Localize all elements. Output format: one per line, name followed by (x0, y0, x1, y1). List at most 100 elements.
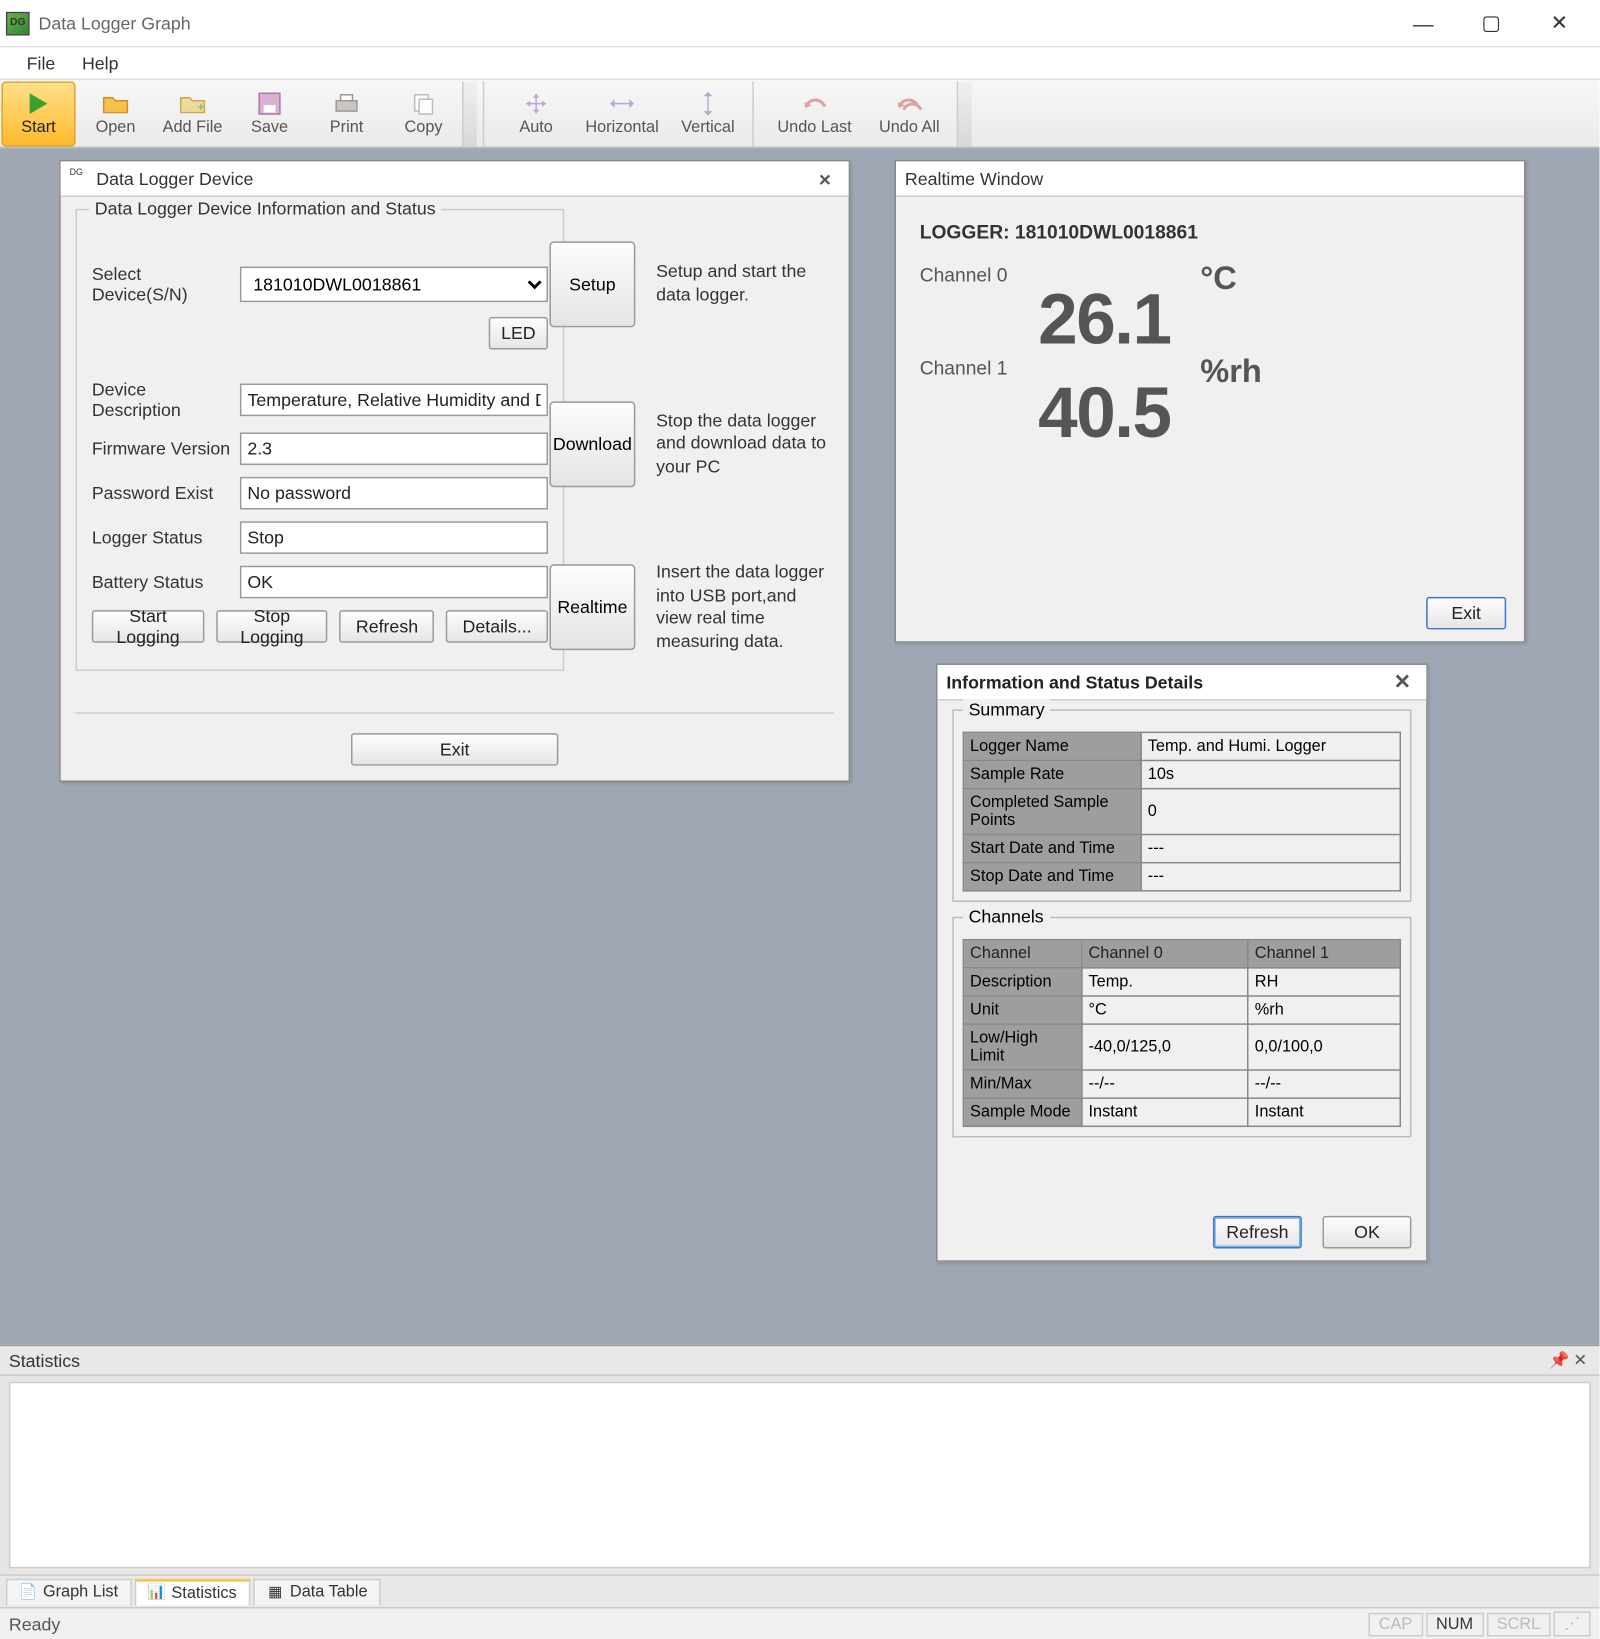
channels-table: ChannelChannel 0Channel 1 DescriptionTem… (963, 939, 1401, 1127)
tab-graphlist[interactable]: 📄 Graph List (6, 1578, 132, 1605)
tool-vertical[interactable]: Vertical (671, 81, 745, 146)
channels-label: Channels (963, 906, 1050, 927)
print-icon (332, 90, 362, 117)
toolbar-grip (462, 81, 477, 146)
copy-icon (409, 90, 439, 117)
channel0-unit: °C (1200, 259, 1237, 298)
status-cap: CAP (1368, 1612, 1422, 1636)
statistics-content (9, 1382, 1591, 1569)
firmware-label: Firmware Version (92, 438, 231, 459)
play-icon (24, 90, 54, 117)
bottom-tabs: 📄 Graph List 📊 Statistics ▦ Data Table (0, 1574, 1599, 1607)
panel-title: Data Logger Device (96, 168, 253, 189)
folder-open-icon (101, 90, 131, 117)
tool-copy[interactable]: Copy (387, 81, 461, 146)
folder-plus-icon: + (178, 90, 208, 117)
realtime-logger-label: LOGGER: 181010DWL0018861 (920, 221, 1198, 243)
realtime-title: Realtime Window (905, 168, 1043, 189)
channel1-value: 40.5 (1038, 379, 1170, 450)
panel-icon: DG (70, 168, 91, 189)
summary-table: Logger NameTemp. and Humi. Logger Sample… (963, 732, 1401, 892)
info-ok-button[interactable]: OK (1323, 1216, 1412, 1249)
realtime-window: Realtime Window LOGGER: 181010DWL0018861… (895, 160, 1526, 643)
stats-icon: 📊 (148, 1584, 166, 1602)
device-desc-input[interactable] (240, 384, 548, 417)
svg-text:+: + (197, 99, 205, 114)
password-label: Password Exist (92, 483, 231, 504)
stop-logging-button[interactable]: Stop Logging (216, 610, 328, 643)
battery-status-input[interactable] (240, 566, 548, 599)
statistics-close-button[interactable]: ✕ (1570, 1351, 1591, 1370)
status-scrl: SCRL (1486, 1612, 1550, 1636)
logger-status-label: Logger Status (92, 527, 231, 548)
firmware-input[interactable] (240, 432, 548, 465)
exit-button[interactable]: Exit (351, 733, 558, 766)
panel-close-button[interactable]: × (810, 167, 840, 191)
summary-label: Summary (963, 699, 1051, 720)
data-logger-device-panel: DG Data Logger Device × Data Logger Devi… (59, 160, 850, 782)
status-num: NUM (1426, 1612, 1484, 1636)
table-icon: ▦ (266, 1583, 284, 1601)
undo-icon (800, 90, 830, 117)
setup-desc: Setup and start the data logger. (656, 261, 831, 307)
realtime-button[interactable]: Realtime (549, 565, 635, 651)
toolbar: Start Open + Add File Save Print Copy Au… (0, 80, 1599, 148)
close-button[interactable]: ✕ (1525, 0, 1593, 47)
realtime-desc: Insert the data logger into USB port,and… (656, 561, 831, 653)
tool-start[interactable]: Start (1, 81, 75, 146)
tool-undolast[interactable]: Undo Last (769, 81, 861, 146)
tool-save[interactable]: Save (233, 81, 307, 146)
info-status-close-button[interactable]: ✕ (1388, 669, 1418, 694)
led-button[interactable]: LED (489, 317, 548, 350)
arrows-v-icon (693, 90, 723, 117)
setup-button[interactable]: Setup (549, 241, 635, 327)
menubar: File Help (0, 47, 1599, 80)
tool-horizontal[interactable]: Horizontal (576, 81, 668, 146)
list-icon: 📄 (19, 1583, 37, 1601)
password-input[interactable] (240, 477, 548, 510)
download-desc: Stop the data logger and download data t… (656, 410, 831, 479)
menu-file[interactable]: File (18, 50, 64, 77)
tool-undoall[interactable]: Undo All (863, 81, 955, 146)
select-device-label: Select Device(S/N) (92, 264, 231, 305)
arrows-h-icon (607, 90, 637, 117)
pin-icon[interactable]: 📌 (1549, 1351, 1570, 1370)
refresh-button[interactable]: Refresh (340, 610, 435, 643)
titlebar: DG Data Logger Graph — ▢ ✕ (0, 0, 1599, 47)
details-button[interactable]: Details... (446, 610, 548, 643)
channel1-unit: %rh (1200, 352, 1262, 391)
device-sn-select[interactable]: 181010DWL0018861 (240, 267, 548, 303)
channel0-value: 26.1 (1038, 286, 1170, 357)
resize-grip[interactable]: ⋰ (1554, 1611, 1591, 1636)
toolbar-grip-2 (957, 81, 972, 146)
info-status-title: Information and Status Details (946, 672, 1203, 693)
status-ready: Ready (9, 1614, 60, 1635)
download-button[interactable]: Download (549, 401, 635, 487)
maximize-button[interactable]: ▢ (1457, 0, 1525, 47)
info-refresh-button[interactable]: Refresh (1213, 1216, 1302, 1249)
start-logging-button[interactable]: Start Logging (92, 610, 204, 643)
tool-auto[interactable]: Auto (499, 81, 573, 146)
undo-all-icon (895, 90, 925, 117)
logger-status-input[interactable] (240, 521, 548, 554)
workspace: DG Data Logger Device × Data Logger Devi… (0, 148, 1599, 1345)
minimize-button[interactable]: — (1389, 0, 1457, 47)
menu-help[interactable]: Help (73, 50, 127, 77)
app-icon: DG (6, 11, 30, 35)
app-title: Data Logger Graph (39, 13, 191, 34)
tab-statistics[interactable]: 📊 Statistics (134, 1578, 250, 1605)
device-desc-label: Device Description (92, 379, 231, 420)
info-status-panel: Information and Status Details ✕ Summary… (936, 663, 1428, 1261)
tool-addfile[interactable]: + Add File (156, 81, 230, 146)
tab-datatable[interactable]: ▦ Data Table (253, 1578, 381, 1605)
statistics-title: Statistics (9, 1350, 80, 1371)
tool-print[interactable]: Print (310, 81, 384, 146)
group-label: Data Logger Device Information and Statu… (89, 198, 442, 219)
save-icon (255, 90, 285, 117)
statusbar: Ready CAP NUM SCRL ⋰ (0, 1607, 1599, 1639)
realtime-exit-button[interactable]: Exit (1426, 597, 1506, 630)
tool-open[interactable]: Open (78, 81, 152, 146)
statistics-pane: Statistics 📌 ✕ 📄 Graph List 📊 Statistics… (0, 1345, 1599, 1607)
battery-status-label: Battery Status (92, 572, 231, 593)
arrows-move-icon (521, 90, 551, 117)
